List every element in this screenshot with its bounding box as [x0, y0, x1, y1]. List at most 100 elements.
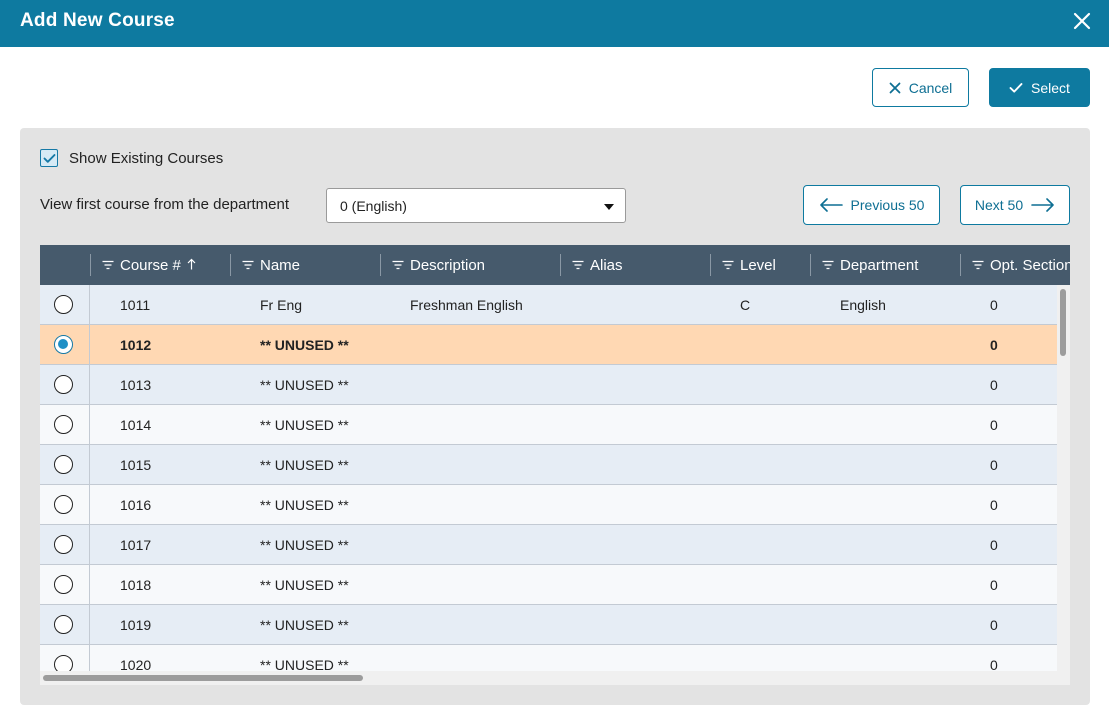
cell-course: 1014	[120, 417, 152, 433]
column-divider	[90, 254, 91, 276]
horizontal-scrollbar[interactable]	[40, 671, 1057, 685]
vertical-scrollbar-thumb[interactable]	[1060, 289, 1066, 356]
row-radio-cell	[40, 405, 90, 445]
x-icon	[889, 82, 901, 93]
table-row[interactable]: 1019 ** UNUSED ** 0	[40, 605, 1057, 645]
filter-icon[interactable]	[972, 257, 984, 274]
previous-50-button[interactable]: Previous 50	[803, 185, 940, 225]
table-row[interactable]: 1017 ** UNUSED ** 0	[40, 525, 1057, 565]
cell-name: ** UNUSED **	[260, 417, 349, 433]
filter-icon[interactable]	[102, 257, 114, 274]
table-row-selected[interactable]: 1012 ** UNUSED ** 0	[40, 325, 1057, 365]
row-radio-cell	[40, 605, 90, 645]
row-radio-selected[interactable]	[54, 335, 73, 354]
cell-opt-sections: 0	[990, 537, 998, 553]
cell-opt-sections: 0	[990, 337, 998, 353]
column-header-course[interactable]: Course #	[102, 245, 196, 285]
grid-header: Course # Name Description Alias Level De…	[40, 245, 1070, 285]
dialog-title: Add New Course	[20, 10, 175, 31]
show-existing-checkbox[interactable]	[40, 149, 58, 167]
row-radio[interactable]	[54, 295, 73, 314]
close-icon[interactable]	[1069, 9, 1095, 35]
cell-course: 1019	[120, 617, 152, 633]
vertical-scrollbar[interactable]	[1057, 285, 1070, 685]
cell-name: ** UNUSED **	[260, 537, 349, 553]
column-label-level: Level	[740, 256, 776, 274]
cell-course: 1013	[120, 377, 152, 393]
row-radio[interactable]	[54, 535, 73, 554]
row-radio[interactable]	[54, 415, 73, 434]
table-row[interactable]: 1020 ** UNUSED ** 0	[40, 645, 1057, 671]
checkmark-icon	[43, 153, 55, 163]
column-divider	[230, 254, 231, 276]
row-radio[interactable]	[54, 575, 73, 594]
filter-icon[interactable]	[722, 257, 734, 274]
table-row[interactable]: 1013 ** UNUSED ** 0	[40, 365, 1057, 405]
table-row[interactable]: 1011 Fr Eng Freshman English C English 0	[40, 285, 1057, 325]
column-divider	[380, 254, 381, 276]
row-radio[interactable]	[54, 375, 73, 394]
row-radio-cell	[40, 365, 90, 405]
column-divider	[810, 254, 811, 276]
next-50-button[interactable]: Next 50	[960, 185, 1070, 225]
cell-opt-sections: 0	[990, 457, 998, 473]
horizontal-scrollbar-thumb[interactable]	[43, 675, 363, 681]
arrow-left-icon	[819, 198, 843, 212]
column-label-name: Name	[260, 256, 301, 274]
row-radio[interactable]	[54, 655, 73, 671]
column-header-alias[interactable]: Alias	[572, 245, 623, 285]
column-label-department: Department	[840, 256, 919, 274]
row-radio-cell	[40, 525, 90, 565]
table-row[interactable]: 1015 ** UNUSED ** 0	[40, 445, 1057, 485]
table-row[interactable]: 1016 ** UNUSED ** 0	[40, 485, 1057, 525]
cell-department: English	[840, 297, 886, 313]
cell-course: 1018	[120, 577, 152, 593]
table-row[interactable]: 1018 ** UNUSED ** 0	[40, 565, 1057, 605]
arrow-right-icon	[1031, 198, 1054, 212]
column-label-opt-sections: Opt. Section	[990, 256, 1070, 274]
sort-ascending-icon	[187, 257, 196, 274]
column-divider	[710, 254, 711, 276]
row-radio-cell	[40, 645, 90, 671]
select-button[interactable]: Select	[989, 68, 1090, 107]
column-header-department[interactable]: Department	[822, 245, 918, 285]
column-header-description[interactable]: Description	[392, 245, 485, 285]
cell-opt-sections: 0	[990, 377, 998, 393]
department-select[interactable]: 0 (English)	[326, 188, 626, 223]
cell-name: ** UNUSED **	[260, 377, 349, 393]
cell-opt-sections: 0	[990, 577, 998, 593]
cancel-button[interactable]: Cancel	[872, 68, 969, 107]
column-divider	[960, 254, 961, 276]
cell-name: ** UNUSED **	[260, 577, 349, 593]
check-icon	[1009, 82, 1023, 93]
cell-name: Fr Eng	[260, 297, 303, 313]
column-label-alias: Alias	[590, 256, 623, 274]
cell-name: ** UNUSED **	[260, 457, 349, 473]
cell-opt-sections: 0	[990, 297, 998, 313]
previous-50-label: Previous 50	[850, 197, 925, 213]
filter-icon[interactable]	[242, 257, 254, 274]
cell-course: 1017	[120, 537, 152, 553]
row-radio[interactable]	[54, 455, 73, 474]
column-header-opt-sections[interactable]: Opt. Section	[972, 245, 1070, 285]
cell-opt-sections: 0	[990, 417, 998, 433]
column-header-level[interactable]: Level	[722, 245, 776, 285]
cell-course: 1020	[120, 657, 152, 671]
row-radio-cell	[40, 445, 90, 485]
cell-name: ** UNUSED **	[260, 657, 349, 671]
cell-opt-sections: 0	[990, 657, 998, 671]
show-existing-label: Show Existing Courses	[69, 149, 224, 167]
table-row[interactable]: 1014 ** UNUSED ** 0	[40, 405, 1057, 445]
course-grid: Course # Name Description Alias Level De…	[40, 245, 1070, 685]
cell-course: 1012	[120, 337, 152, 353]
caret-down-icon	[604, 204, 614, 210]
row-radio[interactable]	[54, 495, 73, 514]
column-header-name[interactable]: Name	[242, 245, 300, 285]
department-select-value: 0 (English)	[340, 197, 407, 214]
row-radio-cell	[40, 485, 90, 525]
filter-icon[interactable]	[392, 257, 404, 274]
select-label: Select	[1031, 79, 1070, 96]
filter-icon[interactable]	[572, 257, 584, 274]
row-radio[interactable]	[54, 615, 73, 634]
filter-icon[interactable]	[822, 257, 834, 274]
